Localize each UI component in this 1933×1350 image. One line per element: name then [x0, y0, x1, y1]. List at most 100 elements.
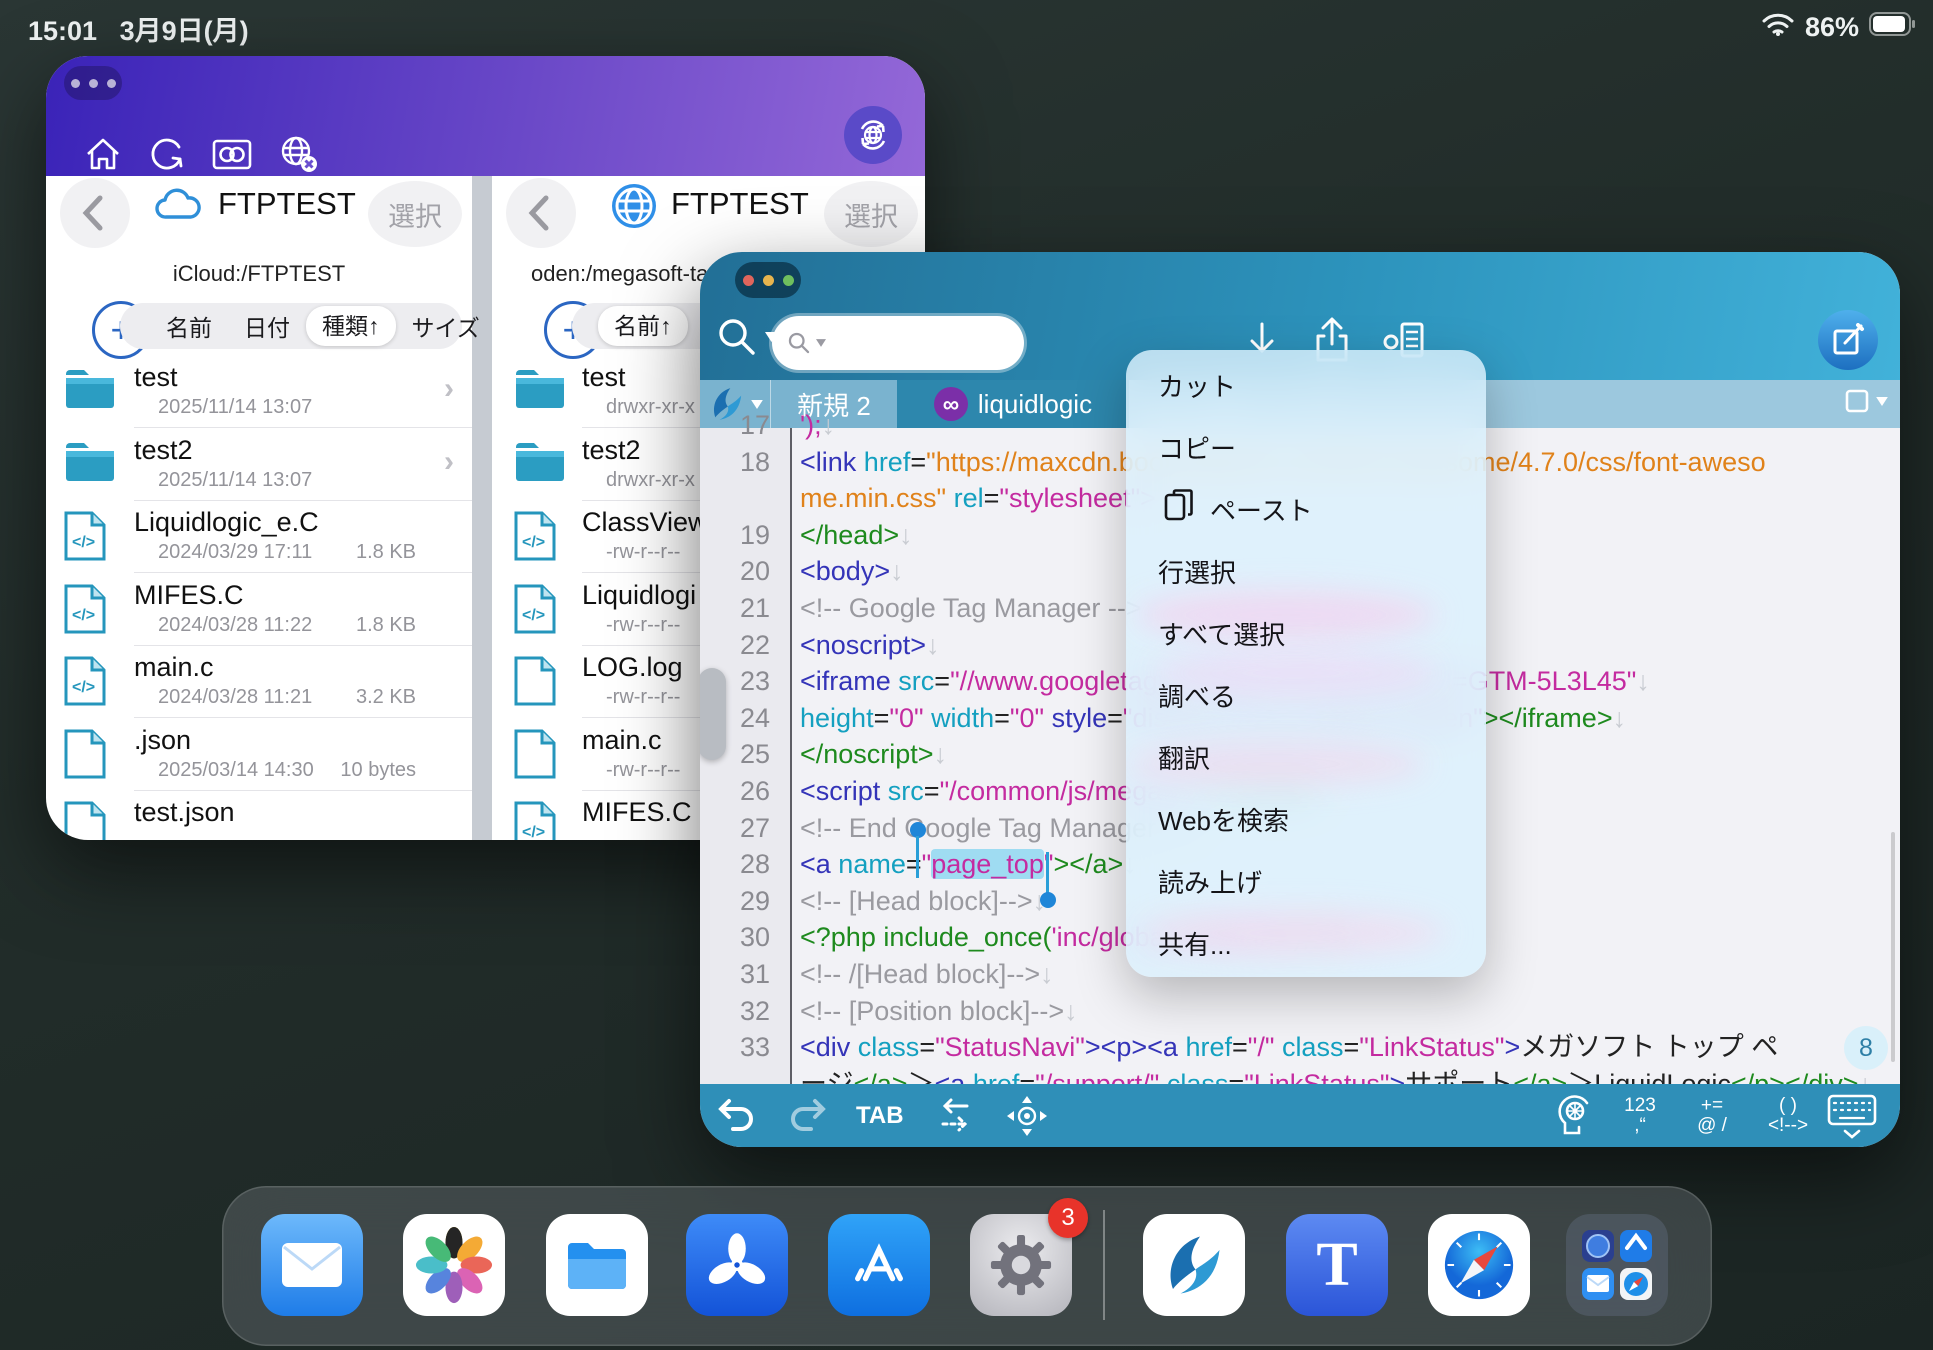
- menu-item-1[interactable]: カット: [1158, 354, 1458, 416]
- file-sub: -rw-r--r--: [606, 686, 680, 709]
- file-row-test[interactable]: test2025/11/14 13:07›: [62, 356, 472, 428]
- file-name: test: [582, 362, 626, 393]
- file-row-test2[interactable]: test22025/11/14 13:07›: [62, 429, 472, 501]
- folder-icon: [512, 437, 568, 490]
- svg-text:</>: </>: [72, 534, 95, 551]
- select-button-remote[interactable]: 選択: [824, 181, 918, 247]
- search-input[interactable]: [772, 316, 1024, 370]
- redo-icon[interactable]: [787, 1084, 829, 1147]
- file-row-MIFES.C[interactable]: </>MIFES.C2024/03/28 11:221.8 KB: [62, 574, 472, 646]
- file-sub: 2024/03/28 11:22: [158, 614, 312, 637]
- shift-lines-icon[interactable]: [937, 1084, 973, 1147]
- menu-item-6[interactable]: 調べる: [1158, 664, 1458, 726]
- globe-disconnect-icon[interactable]: [276, 132, 322, 176]
- dock-divider: [1103, 1210, 1105, 1320]
- svg-text:</>: </>: [522, 824, 545, 840]
- filter-chip-3[interactable]: サイズ: [396, 309, 496, 343]
- file-row-test.json[interactable]: test.json: [62, 791, 472, 840]
- predictive-brain-icon[interactable]: [1553, 1084, 1597, 1147]
- chevron-right-icon[interactable]: ›: [444, 445, 454, 479]
- file-row-main.c[interactable]: </>main.c2024/03/28 11:213.2 KB: [62, 646, 472, 718]
- dock-app-safari[interactable]: [1428, 1214, 1530, 1316]
- pane-divider[interactable]: [472, 176, 492, 840]
- menu-item-3[interactable]: ペースト: [1158, 478, 1458, 540]
- dock-app-text-editor[interactable]: T: [1286, 1214, 1388, 1316]
- selected-text[interactable]: page_top: [931, 849, 1044, 879]
- file-name: MIFES.C: [134, 580, 244, 611]
- window-controls-editor[interactable]: [735, 262, 801, 298]
- back-button-remote[interactable]: [506, 178, 576, 248]
- file-name: .json: [134, 725, 191, 756]
- dock-app-mail[interactable]: [261, 1214, 363, 1316]
- menu-item-9[interactable]: 読み上げ: [1158, 850, 1458, 912]
- menu-item-label: 翻訳: [1158, 739, 1210, 776]
- link-icon[interactable]: [210, 133, 254, 175]
- search-icon[interactable]: [714, 314, 778, 360]
- dismiss-keyboard-icon[interactable]: [1826, 1084, 1878, 1147]
- refresh-icon[interactable]: [146, 133, 188, 175]
- pane-title-remote: FTPTEST: [671, 186, 809, 222]
- battery-percent: 86%: [1805, 12, 1859, 43]
- undo-icon[interactable]: [715, 1084, 757, 1147]
- filter-chip-1[interactable]: 日付: [228, 309, 306, 343]
- bracket-keycap[interactable]: ( ) <!-->: [1758, 1084, 1818, 1147]
- doc-icon: [62, 727, 108, 786]
- file-name: test: [134, 362, 178, 393]
- compose-button[interactable]: [1818, 310, 1878, 370]
- file-name: Liquidlogic_e.C: [134, 507, 319, 538]
- file-row-.json[interactable]: .json2025/03/14 14:3010 bytes: [62, 719, 472, 791]
- home-icon[interactable]: [82, 133, 124, 175]
- dock-app-files[interactable]: [546, 1214, 648, 1316]
- menu-item-8[interactable]: Webを検索: [1158, 788, 1458, 850]
- file-sub: -rw-r--r--: [606, 759, 680, 782]
- code-line[interactable]: 33<div class="StatusNavi"><p><a href="/"…: [700, 1029, 1900, 1066]
- menu-item-label: 共有...: [1158, 925, 1232, 962]
- svg-text:</>: </>: [72, 607, 95, 624]
- dock-app-propeller[interactable]: [686, 1214, 788, 1316]
- menu-item-5[interactable]: すべて選択: [1158, 602, 1458, 664]
- editor-bottom-toolbar: TAB 123: [700, 1084, 1900, 1147]
- code-icon: </>: [62, 654, 108, 713]
- file-sub: 2024/03/28 11:21: [158, 686, 312, 709]
- symbol-keycap[interactable]: += @ /: [1687, 1084, 1737, 1147]
- wifi-icon: [1761, 11, 1795, 44]
- numeric-keycap[interactable]: 123 ,“: [1615, 1084, 1665, 1147]
- filter-chip-0[interactable]: 名前: [150, 309, 228, 343]
- code-icon: </>: [512, 799, 558, 840]
- file-size: 3.2 KB: [356, 686, 416, 709]
- window-controls[interactable]: [64, 66, 122, 100]
- menu-item-label: Webを検索: [1158, 801, 1289, 838]
- code-line[interactable]: ージ</a>＞<a href="/support/" class="LinkSt…: [700, 1066, 1900, 1084]
- code-line[interactable]: 32<!-- [Position block]-->↓: [700, 993, 1900, 1030]
- select-button[interactable]: 選択: [368, 181, 462, 247]
- window-edge-drag-handle[interactable]: [700, 668, 726, 760]
- dock-app-folder[interactable]: [1566, 1214, 1668, 1316]
- text-editor-glyph: T: [1316, 1230, 1357, 1301]
- folder-icon: [512, 364, 568, 417]
- menu-item-label: ペースト: [1210, 491, 1313, 528]
- file-sub: -rw-r--r--: [606, 614, 680, 637]
- menu-item-10[interactable]: 共有...: [1158, 912, 1458, 974]
- chevron-right-icon[interactable]: ›: [444, 372, 454, 406]
- cursor-dpad-icon[interactable]: [1005, 1084, 1049, 1147]
- menu-item-7[interactable]: 翻訳: [1158, 726, 1458, 788]
- scroll-indicator[interactable]: [1891, 832, 1895, 1062]
- back-button[interactable]: [60, 178, 130, 248]
- dock-app-photos[interactable]: [403, 1214, 505, 1316]
- menu-item-4[interactable]: 行選択: [1158, 540, 1458, 602]
- tab-key-button[interactable]: TAB: [856, 1084, 904, 1147]
- change-count-badge: 8: [1844, 1026, 1888, 1070]
- dock-app-app-store[interactable]: [828, 1214, 930, 1316]
- file-row-Liquidlogic_e.C[interactable]: </>Liquidlogic_e.C2024/03/29 17:111.8 KB: [62, 501, 472, 573]
- menu-item-label: カット: [1158, 367, 1236, 404]
- filter-chip-2[interactable]: 種類↑: [306, 306, 396, 346]
- sync-globe-icon[interactable]: [844, 106, 902, 164]
- selection-handle-end[interactable]: [1040, 892, 1056, 908]
- filter-chip-0[interactable]: 名前↑: [598, 306, 688, 346]
- file-name: test2: [134, 435, 193, 466]
- menu-item-2[interactable]: コピー: [1158, 416, 1458, 478]
- dock: 3 T: [222, 1186, 1712, 1346]
- menu-item-label: 行選択: [1158, 553, 1236, 590]
- menu-item-label: 読み上げ: [1158, 863, 1262, 900]
- dock-app-liquidlogic[interactable]: [1143, 1214, 1245, 1316]
